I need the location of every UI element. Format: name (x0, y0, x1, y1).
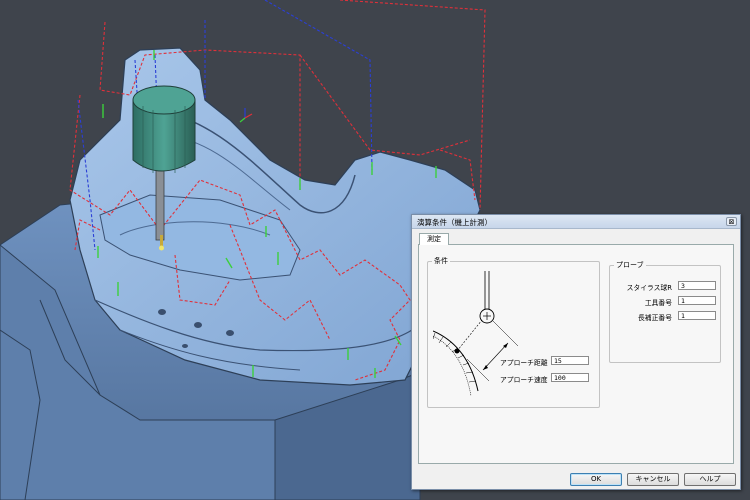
help-button[interactable]: ヘルプ (684, 473, 736, 486)
close-button[interactable]: ⊠ (726, 217, 737, 226)
axis-triad-icon (239, 108, 253, 123)
probe-group-legend: プローブ (616, 261, 644, 269)
approach-diagram (433, 271, 519, 397)
tab-panel-measurement: 条件 アプローチ距離 15 アプローチ速度 100 プローブ スタイラス球R 3… (418, 244, 734, 464)
approach-speed-field[interactable]: 100 (551, 373, 589, 382)
approach-distance-field[interactable]: 15 (551, 356, 589, 365)
ok-button[interactable]: OK (570, 473, 622, 486)
dialog-title: 演算条件（機上計測） (417, 218, 492, 227)
length-offset-label: 長補正番号 (638, 314, 672, 322)
dialog-titlebar[interactable]: 演算条件（機上計測） ⊠ (412, 215, 740, 229)
probe-group: プローブ スタイラス球R 3 工具番号 1 長補正番号 1 (609, 260, 721, 363)
stylus-radius-label: スタイラス球R (626, 284, 672, 292)
approach-distance-label: アプローチ距離 (500, 359, 548, 367)
condition-group-legend: 条件 (434, 257, 448, 265)
tool-number-label: 工具番号 (644, 299, 672, 307)
tab-measurement[interactable]: 測定 (419, 233, 449, 245)
condition-group: 条件 アプローチ距離 15 アプローチ速度 100 (427, 256, 600, 408)
approach-speed-label: アプローチ速度 (500, 376, 548, 384)
length-offset-field[interactable]: 1 (678, 311, 716, 320)
stylus-radius-field[interactable]: 3 (678, 281, 716, 290)
calc-conditions-dialog: 演算条件（機上計測） ⊠ 測定 条件 アプローチ距離 15 アプローチ速度 10… (411, 214, 741, 490)
cancel-button[interactable]: キャンセル (627, 473, 679, 486)
tool-number-field[interactable]: 1 (678, 296, 716, 305)
